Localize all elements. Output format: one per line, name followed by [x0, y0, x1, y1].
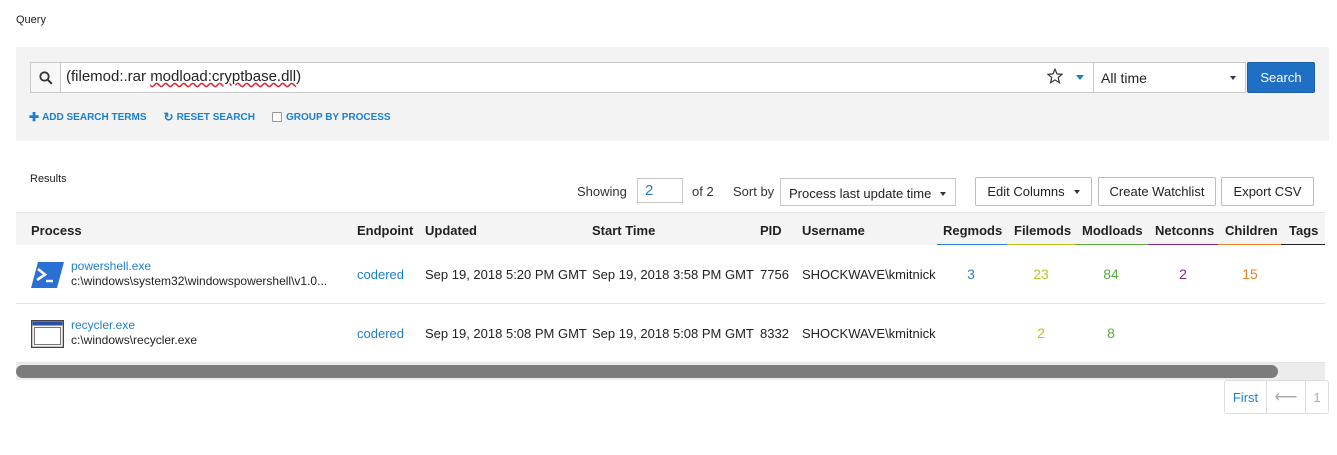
- pagination: First ⟵ 1: [1224, 380, 1329, 414]
- reset-search-label: RESET SEARCH: [176, 111, 255, 123]
- column-header-endpoint[interactable]: Endpoint: [357, 223, 413, 238]
- results-table: Process Endpoint Updated Start Time PID …: [16, 212, 1325, 380]
- netconns-count[interactable]: 2: [1153, 266, 1213, 282]
- page-count-label: of 2: [692, 184, 714, 199]
- query-actions: ✚ ADD SEARCH TERMS ↻ RESET SEARCH GROUP …: [29, 110, 408, 124]
- column-header-pid[interactable]: PID: [760, 223, 782, 238]
- search-input-wrap[interactable]: (filemod:.rar modload:cryptbase.dll): [61, 62, 1094, 93]
- process-name-link[interactable]: recycler.exe: [71, 318, 135, 332]
- sort-by-label: Sort by: [733, 184, 775, 199]
- column-header-process[interactable]: Process: [31, 223, 82, 238]
- column-header-filemods[interactable]: Filemods: [1014, 223, 1071, 238]
- column-header-regmods[interactable]: Regmods: [943, 223, 1002, 238]
- search-text-b: modload:cryptbase.dll: [150, 68, 297, 85]
- updated-cell: Sep 19, 2018 5:20 PM GMT: [425, 267, 587, 282]
- sort-value: Process last update time: [789, 186, 932, 201]
- prev-page-arrow-icon[interactable]: ⟵: [1267, 381, 1306, 413]
- group-by-process-label: GROUP BY PROCESS: [285, 111, 391, 123]
- sort-select[interactable]: Process last update time: [780, 178, 956, 206]
- showing-label: Showing: [577, 184, 627, 199]
- column-header-children[interactable]: Children: [1225, 223, 1278, 238]
- window-app-icon: [31, 320, 64, 348]
- page-1-button[interactable]: 1: [1306, 381, 1328, 413]
- table-row[interactable]: recycler.exe c:\windows\recycler.exe cod…: [16, 304, 1325, 363]
- start-time-cell: Sep 19, 2018 3:58 PM GMT: [592, 267, 754, 282]
- pid-cell: 7756: [760, 267, 789, 282]
- page-number-input[interactable]: [637, 178, 683, 203]
- filemods-count[interactable]: 2: [1011, 325, 1071, 341]
- modloads-count[interactable]: 8: [1081, 325, 1141, 341]
- process-path: c:\windows\system32\windowspowershell\v1…: [71, 274, 328, 288]
- children-count[interactable]: 15: [1220, 266, 1280, 282]
- horizontal-scrollbar[interactable]: [16, 363, 1325, 380]
- search-button[interactable]: Search: [1247, 62, 1315, 93]
- pid-cell: 8332: [760, 326, 789, 341]
- star-icon[interactable]: [1047, 68, 1063, 84]
- search-text-a: (filemod:.rar: [66, 68, 151, 85]
- start-time-cell: Sep 19, 2018 5:08 PM GMT: [592, 326, 754, 341]
- add-search-terms-link[interactable]: ✚ ADD SEARCH TERMS: [29, 110, 147, 124]
- create-watchlist-button[interactable]: Create Watchlist: [1098, 177, 1216, 206]
- table-header: Process Endpoint Updated Start Time PID …: [16, 212, 1325, 246]
- search-text-c: ): [296, 68, 302, 85]
- search-icon[interactable]: [30, 62, 61, 93]
- column-header-username[interactable]: Username: [802, 223, 865, 238]
- group-by-process-toggle[interactable]: GROUP BY PROCESS: [271, 111, 391, 123]
- refresh-icon: ↻: [163, 110, 174, 124]
- column-header-modloads[interactable]: Modloads: [1082, 223, 1143, 238]
- edit-columns-button[interactable]: Edit Columns: [975, 177, 1092, 206]
- reset-search-link[interactable]: ↻ RESET SEARCH: [164, 110, 255, 124]
- process-name-link[interactable]: powershell.exe: [71, 259, 151, 273]
- time-range-select[interactable]: All time: [1094, 62, 1246, 93]
- filemods-count[interactable]: 23: [1011, 266, 1071, 282]
- scrollbar-thumb[interactable]: [16, 365, 1278, 378]
- column-header-netconns[interactable]: Netconns: [1155, 223, 1214, 238]
- powershell-icon: [31, 262, 64, 288]
- modloads-count[interactable]: 84: [1081, 266, 1141, 282]
- results-title: Results: [30, 173, 67, 185]
- process-path: c:\windows\recycler.exe: [71, 333, 198, 347]
- column-header-updated[interactable]: Updated: [425, 223, 477, 238]
- chevron-down-icon: [1073, 189, 1080, 194]
- add-search-terms-label: ADD SEARCH TERMS: [42, 111, 147, 123]
- column-header-tags[interactable]: Tags: [1289, 223, 1318, 238]
- updated-cell: Sep 19, 2018 5:08 PM GMT: [425, 326, 587, 341]
- username-cell: SHOCKWAVE\kmitnick: [802, 326, 936, 341]
- edit-columns-label: Edit Columns: [987, 184, 1065, 199]
- endpoint-link[interactable]: codered: [357, 267, 404, 282]
- group-by-process-checkbox[interactable]: [271, 112, 282, 122]
- time-range-value: All time: [1101, 70, 1147, 86]
- search-row: (filemod:.rar modload:cryptbase.dll) All…: [30, 62, 1315, 93]
- username-cell: SHOCKWAVE\kmitnick: [802, 267, 936, 282]
- endpoint-link[interactable]: codered: [357, 326, 404, 341]
- chevron-down-icon: [940, 192, 946, 196]
- regmods-count[interactable]: 3: [941, 266, 1001, 282]
- export-csv-button[interactable]: Export CSV: [1221, 177, 1314, 206]
- query-panel: (filemod:.rar modload:cryptbase.dll) All…: [16, 47, 1329, 141]
- plus-icon: ✚: [29, 110, 40, 124]
- query-title: Query: [16, 14, 46, 26]
- table-row[interactable]: powershell.exe c:\windows\system32\windo…: [16, 245, 1325, 304]
- saved-searches-dropdown-icon[interactable]: [1076, 75, 1084, 80]
- column-header-start-time[interactable]: Start Time: [592, 223, 655, 238]
- search-input[interactable]: (filemod:.rar modload:cryptbase.dll): [61, 63, 1041, 92]
- first-page-button[interactable]: First: [1225, 381, 1267, 413]
- chevron-down-icon: [1230, 76, 1236, 80]
